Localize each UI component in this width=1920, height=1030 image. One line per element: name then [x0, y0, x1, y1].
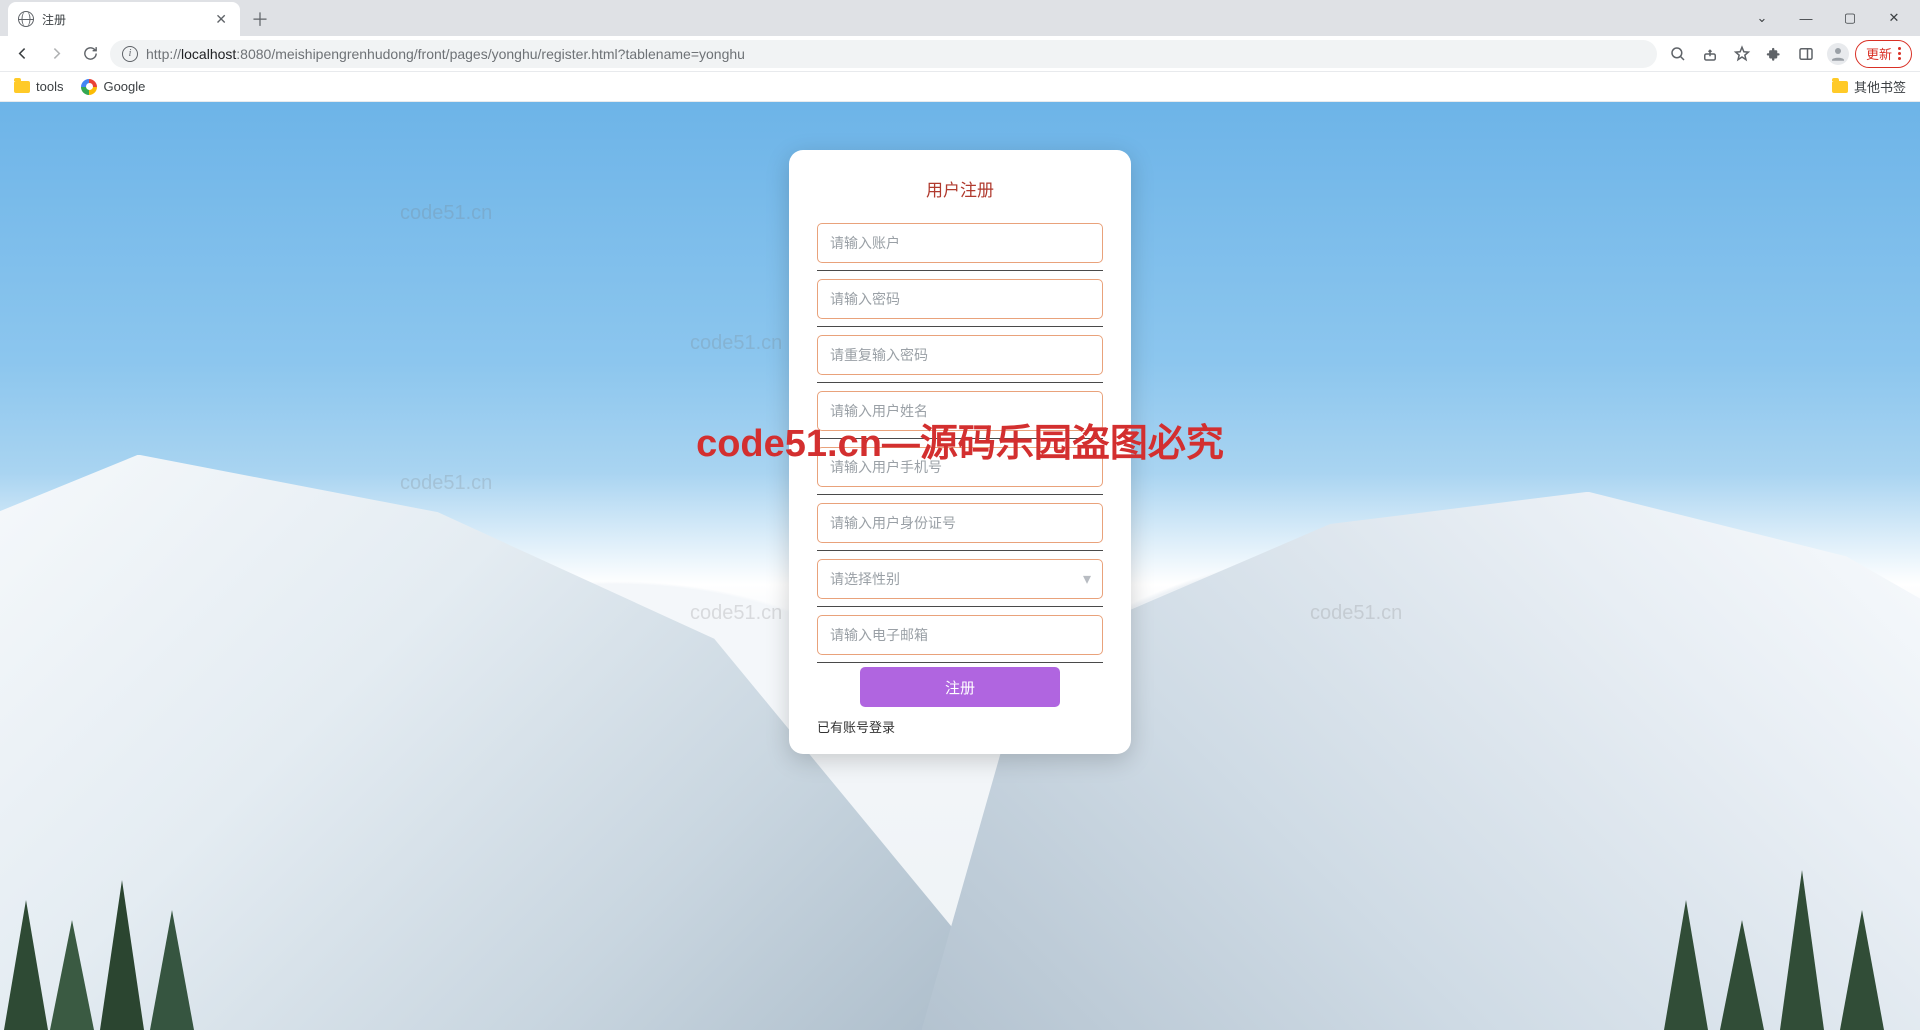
watermark: code51.cn [690, 332, 782, 355]
browser-window: 注册 ✕ ＋ ⌄ — ▢ ✕ i http://localhost:8080/m… [0, 0, 1920, 1030]
url-input[interactable]: i http://localhost:8080/meishipengrenhud… [110, 40, 1657, 68]
toolbar-right: 更新 [1663, 40, 1912, 68]
update-button[interactable]: 更新 [1855, 40, 1912, 68]
reload-button[interactable] [76, 40, 104, 68]
bookmark-label: Google [103, 79, 145, 94]
folder-icon [14, 81, 30, 93]
maximize-button[interactable]: ▢ [1828, 3, 1872, 33]
extensions-icon[interactable] [1759, 40, 1789, 68]
tab-strip: 注册 ✕ ＋ ⌄ — ▢ ✕ [0, 0, 1920, 36]
site-info-icon[interactable]: i [122, 46, 138, 62]
phone-input[interactable] [817, 447, 1103, 487]
browser-tab[interactable]: 注册 ✕ [8, 2, 240, 36]
email-input[interactable] [817, 615, 1103, 655]
kebab-menu-icon [1898, 47, 1901, 60]
bookmark-tools[interactable]: tools [14, 79, 63, 94]
bookmarks-bar: tools Google 其他书签 [0, 72, 1920, 102]
address-bar: i http://localhost:8080/meishipengrenhud… [0, 36, 1920, 72]
bookmark-other[interactable]: 其他书签 [1832, 77, 1906, 96]
forward-button[interactable] [42, 40, 70, 68]
tab-title: 注册 [42, 11, 204, 28]
update-label: 更新 [1866, 44, 1892, 63]
card-title: 用户注册 [817, 176, 1103, 201]
tab-search-icon[interactable]: ⌄ [1740, 3, 1784, 33]
register-button[interactable]: 注册 [860, 667, 1060, 707]
minimize-button[interactable]: — [1784, 3, 1828, 33]
url-text: http://localhost:8080/meishipengrenhudon… [146, 46, 745, 62]
decorative-trees [0, 870, 240, 1030]
decorative-trees [1660, 850, 1920, 1030]
realname-input[interactable] [817, 391, 1103, 431]
idcard-input[interactable] [817, 503, 1103, 543]
bookmark-google[interactable]: Google [81, 79, 145, 95]
bookmark-label: 其他书签 [1854, 77, 1906, 96]
account-input[interactable] [817, 223, 1103, 263]
new-tab-button[interactable]: ＋ [246, 5, 274, 33]
password-input[interactable] [817, 279, 1103, 319]
share-icon[interactable] [1695, 40, 1725, 68]
close-tab-icon[interactable]: ✕ [212, 11, 230, 28]
globe-icon [18, 11, 34, 27]
bookmark-label: tools [36, 79, 63, 94]
gender-select[interactable] [817, 559, 1103, 599]
folder-icon [1832, 81, 1848, 93]
profile-avatar[interactable] [1823, 40, 1853, 68]
side-panel-icon[interactable] [1791, 40, 1821, 68]
page-viewport: code51.cn code51.cn code51.cn code51.cn … [0, 102, 1920, 1030]
bookmark-star-icon[interactable] [1727, 40, 1757, 68]
zoom-icon[interactable] [1663, 40, 1693, 68]
register-card: 用户注册 ▾ [789, 150, 1131, 754]
login-link[interactable]: 已有账号登录 [817, 717, 1103, 736]
back-button[interactable] [8, 40, 36, 68]
password-confirm-input[interactable] [817, 335, 1103, 375]
watermark: code51.cn [400, 202, 492, 225]
window-controls: ⌄ — ▢ ✕ [1740, 0, 1920, 36]
google-icon [81, 79, 97, 95]
close-window-button[interactable]: ✕ [1872, 3, 1916, 33]
